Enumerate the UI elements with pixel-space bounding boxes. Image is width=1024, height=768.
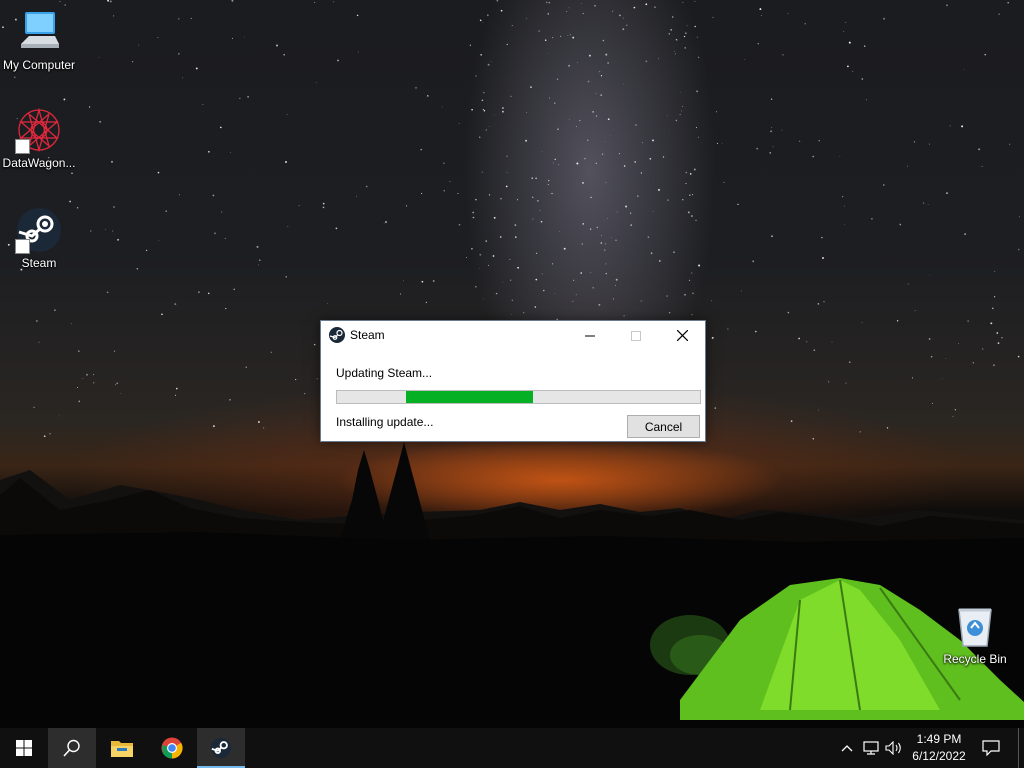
volume-button[interactable] (885, 738, 903, 758)
shortcut-arrow-icon (15, 139, 30, 154)
install-status-text: Installing update... (336, 415, 434, 429)
desktop-icon-steam[interactable]: Steam (1, 206, 77, 271)
landscape-silhouette (0, 442, 1024, 728)
dialog-title: Steam (350, 328, 385, 342)
progress-fill (405, 391, 534, 403)
desktop-icon-my-computer[interactable]: My Computer (1, 8, 77, 73)
taskbar-clock[interactable]: 1:49 PM 6/12/2022 (906, 731, 972, 765)
notification-icon (982, 740, 1000, 756)
folder-icon (111, 741, 133, 757)
steam-icon (15, 206, 63, 254)
update-status-text: Updating Steam... (336, 366, 433, 380)
speaker-icon (885, 741, 901, 755)
clock-time: 1:49 PM (916, 732, 962, 746)
close-button[interactable] (659, 321, 705, 350)
desktop-icon-label: Recycle Bin (943, 652, 1007, 666)
windows-logo-icon (16, 740, 32, 756)
shortcut-arrow-icon (15, 239, 30, 254)
show-desktop-button[interactable] (1018, 728, 1019, 768)
chrome-button[interactable] (148, 728, 196, 768)
desktop-icon-label: DataWagon... (2, 156, 76, 170)
steam-icon (329, 327, 345, 343)
cancel-button[interactable]: Cancel (627, 415, 700, 438)
maximize-button (613, 321, 659, 350)
datawagon-icon (15, 106, 63, 154)
desktop-icon-label: Steam (21, 256, 57, 270)
search-icon (63, 739, 80, 757)
dialog-titlebar[interactable]: Steam (321, 321, 705, 350)
minimize-icon (585, 335, 595, 336)
clock-date: 6/12/2022 (912, 749, 966, 763)
start-button[interactable] (0, 728, 48, 768)
search-button[interactable] (48, 728, 96, 768)
desktop-icon-label: My Computer (2, 58, 76, 72)
steam-icon (210, 737, 232, 759)
network-button[interactable] (862, 738, 880, 758)
show-hidden-icons-button[interactable] (838, 738, 856, 758)
steam-update-dialog: Steam Updating Steam... Installing updat… (320, 320, 706, 442)
action-center-button[interactable] (975, 728, 1007, 768)
network-icon (863, 741, 879, 755)
maximize-icon (631, 330, 641, 341)
minimize-button[interactable] (567, 321, 613, 350)
recycle-bin-icon (951, 602, 999, 650)
update-progress-bar (336, 390, 701, 404)
desktop-icon-recycle-bin[interactable]: Recycle Bin (937, 602, 1013, 667)
chrome-icon (161, 737, 183, 759)
desktop-icon-datawagon[interactable]: DataWagon... (1, 106, 77, 171)
chevron-up-icon (841, 745, 853, 752)
taskbar: 1:49 PM 6/12/2022 (0, 728, 1024, 768)
file-explorer-button[interactable] (98, 728, 146, 768)
close-icon (676, 330, 688, 341)
my-computer-icon (15, 8, 63, 56)
steam-taskbar-button[interactable] (197, 728, 245, 768)
